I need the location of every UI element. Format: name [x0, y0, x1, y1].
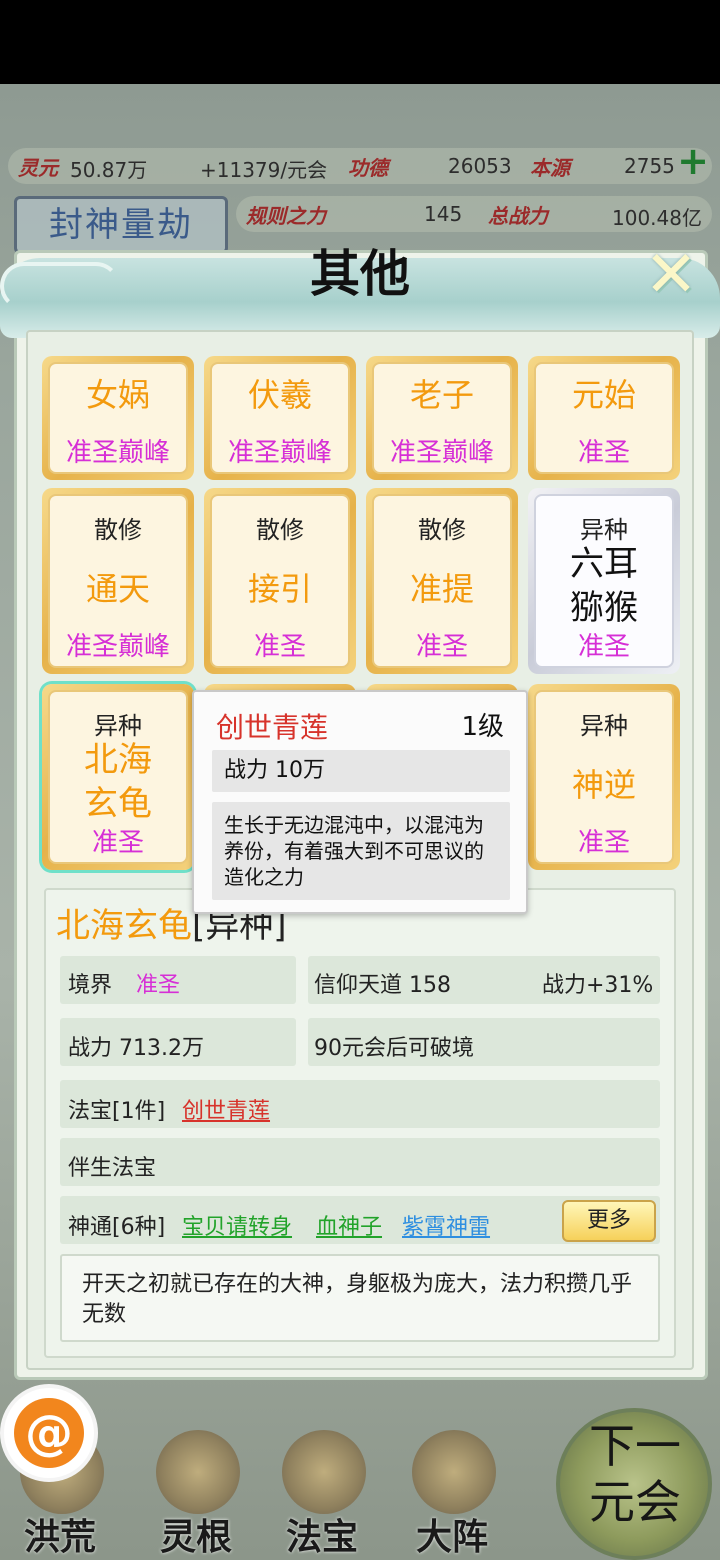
skill-link-3[interactable]: 紫霄神雷 — [402, 1209, 490, 1241]
detail-name: 北海玄龟 — [56, 906, 192, 946]
card-rank: 准圣 — [577, 632, 630, 662]
benyuan-label: 本源 — [530, 156, 570, 180]
card-name: 准提 — [409, 570, 474, 608]
card-rank: 准圣巅峰 — [65, 632, 170, 662]
guize-value: 145 — [424, 202, 463, 226]
nav-label: 灵根 — [159, 1516, 232, 1558]
character-card[interactable]: 散修 接引 准圣 — [204, 488, 356, 674]
character-card[interactable]: 老子 准圣巅峰 — [366, 356, 518, 480]
card-type: 散修 — [418, 516, 466, 544]
nav-dazhen[interactable]: 大阵 — [392, 1430, 512, 1560]
card-rank: 准圣 — [415, 632, 468, 662]
add-resource-button[interactable]: + — [676, 142, 710, 180]
treasure-label: 法宝[1件] — [68, 1099, 166, 1124]
floating-app-logo[interactable]: @ — [0, 1384, 98, 1482]
skill-link-2[interactable]: 血神子 — [316, 1209, 382, 1241]
card-name: 伏羲 — [247, 376, 312, 414]
tooltip-level: 1级 — [461, 712, 504, 742]
character-card[interactable]: 女娲 准圣巅峰 — [42, 356, 194, 480]
zongzhanli-label: 总战力 — [488, 204, 548, 228]
card-name-line1: 北海 — [84, 740, 152, 780]
character-card[interactable]: 异种 神逆 准圣 — [528, 684, 680, 870]
card-rank: 准圣 — [577, 438, 630, 468]
power-bonus: 战力+31% — [542, 973, 654, 998]
gongde-value: 26053 — [448, 154, 512, 178]
benyuan-value: 2755 — [624, 154, 675, 178]
nav-label: 洪荒 — [23, 1516, 96, 1558]
treasure-tooltip: 创世青莲 1级 战力 10万 生长于无边混沌中，以混沌为养份，有着强大到不可思议… — [192, 690, 528, 914]
character-card-selected[interactable]: 异种 北海 玄龟 准圣 — [42, 684, 194, 870]
next-era-line1: 下一 — [589, 1419, 681, 1473]
power-text: 战力 713.2万 — [68, 1036, 204, 1061]
next-era-line2: 元会 — [589, 1475, 681, 1529]
card-name: 接引 — [247, 570, 312, 608]
card-name-line1: 六耳 — [570, 544, 638, 584]
card-name-line2: 猕猴 — [570, 588, 638, 628]
treasure-icon — [282, 1430, 366, 1514]
card-rank: 准圣巅峰 — [227, 438, 332, 468]
event-button[interactable]: 封神量劫 — [14, 196, 228, 254]
tooltip-power: 战力 10万 — [212, 750, 510, 792]
card-rank: 准圣 — [253, 632, 306, 662]
card-type: 散修 — [256, 516, 304, 544]
lingyuan-label: 灵元 — [18, 156, 58, 180]
app-logo-icon: @ — [14, 1398, 84, 1468]
character-description: 开天之初就已存在的大神，身躯极为庞大，法力积攒几乎无数 — [60, 1254, 660, 1342]
card-rank: 准圣 — [91, 828, 144, 858]
status-bar — [0, 0, 720, 84]
card-rank: 准圣巅峰 — [65, 438, 170, 468]
treasure-link[interactable]: 创世青莲 — [182, 1093, 270, 1125]
skill-link-1[interactable]: 宝贝请转身 — [182, 1209, 292, 1241]
close-button[interactable]: ✕ — [638, 243, 704, 310]
tooltip-description: 生长于无边混沌中，以混沌为养份，有着强大到不可思议的造化之力 — [212, 802, 510, 900]
card-name: 通天 — [85, 570, 150, 608]
dialog-title: 其他 — [310, 244, 410, 303]
guize-label: 规则之力 — [246, 204, 326, 228]
card-type: 异种 — [580, 712, 628, 740]
more-skills-button[interactable]: 更多 — [562, 1200, 656, 1242]
breakthrough-text: 90元会后可破境 — [314, 1036, 474, 1061]
nav-label: 法宝 — [285, 1516, 358, 1558]
nav-fabao[interactable]: 法宝 — [262, 1430, 382, 1560]
skills-label: 神通[6种] — [68, 1215, 166, 1240]
character-card[interactable]: 伏羲 准圣巅峰 — [204, 356, 356, 480]
card-type: 异种 — [94, 712, 142, 740]
tooltip-name: 创世青莲 — [216, 711, 329, 744]
next-era-label: 下一 元会 — [560, 1418, 710, 1530]
lingyuan-rate: +11379/元会 — [200, 158, 328, 182]
zongzhanli-value: 100.48亿 — [612, 206, 702, 230]
faith-text: 信仰天道 158 — [314, 973, 451, 998]
card-name: 神逆 — [571, 766, 636, 804]
lingyuan-value: 50.87万 — [70, 158, 148, 182]
lotus-icon — [156, 1430, 240, 1514]
taiji-icon — [412, 1430, 496, 1514]
realm-value: 准圣 — [136, 973, 181, 998]
character-card[interactable]: 异种 六耳 猕猴 准圣 — [528, 488, 680, 674]
character-card[interactable]: 元始 准圣 — [528, 356, 680, 480]
nav-linggen[interactable]: 灵根 — [136, 1430, 256, 1560]
card-rank: 准圣 — [577, 828, 630, 858]
character-card[interactable]: 散修 通天 准圣巅峰 — [42, 488, 194, 674]
card-type: 异种 — [580, 516, 628, 544]
card-name: 女娲 — [85, 376, 150, 414]
character-card[interactable]: 散修 准提 准圣 — [366, 488, 518, 674]
realm-label: 境界 — [68, 973, 113, 998]
cloud-swirl-decoration — [0, 262, 120, 310]
nav-label: 大阵 — [415, 1516, 488, 1558]
card-name-line2: 玄龟 — [84, 784, 152, 824]
gongde-label: 功德 — [348, 156, 388, 180]
card-type: 散修 — [94, 516, 142, 544]
card-name: 元始 — [571, 376, 636, 414]
card-rank: 准圣巅峰 — [389, 438, 494, 468]
companion-label: 伴生法宝 — [68, 1156, 157, 1181]
card-name: 老子 — [409, 376, 474, 414]
